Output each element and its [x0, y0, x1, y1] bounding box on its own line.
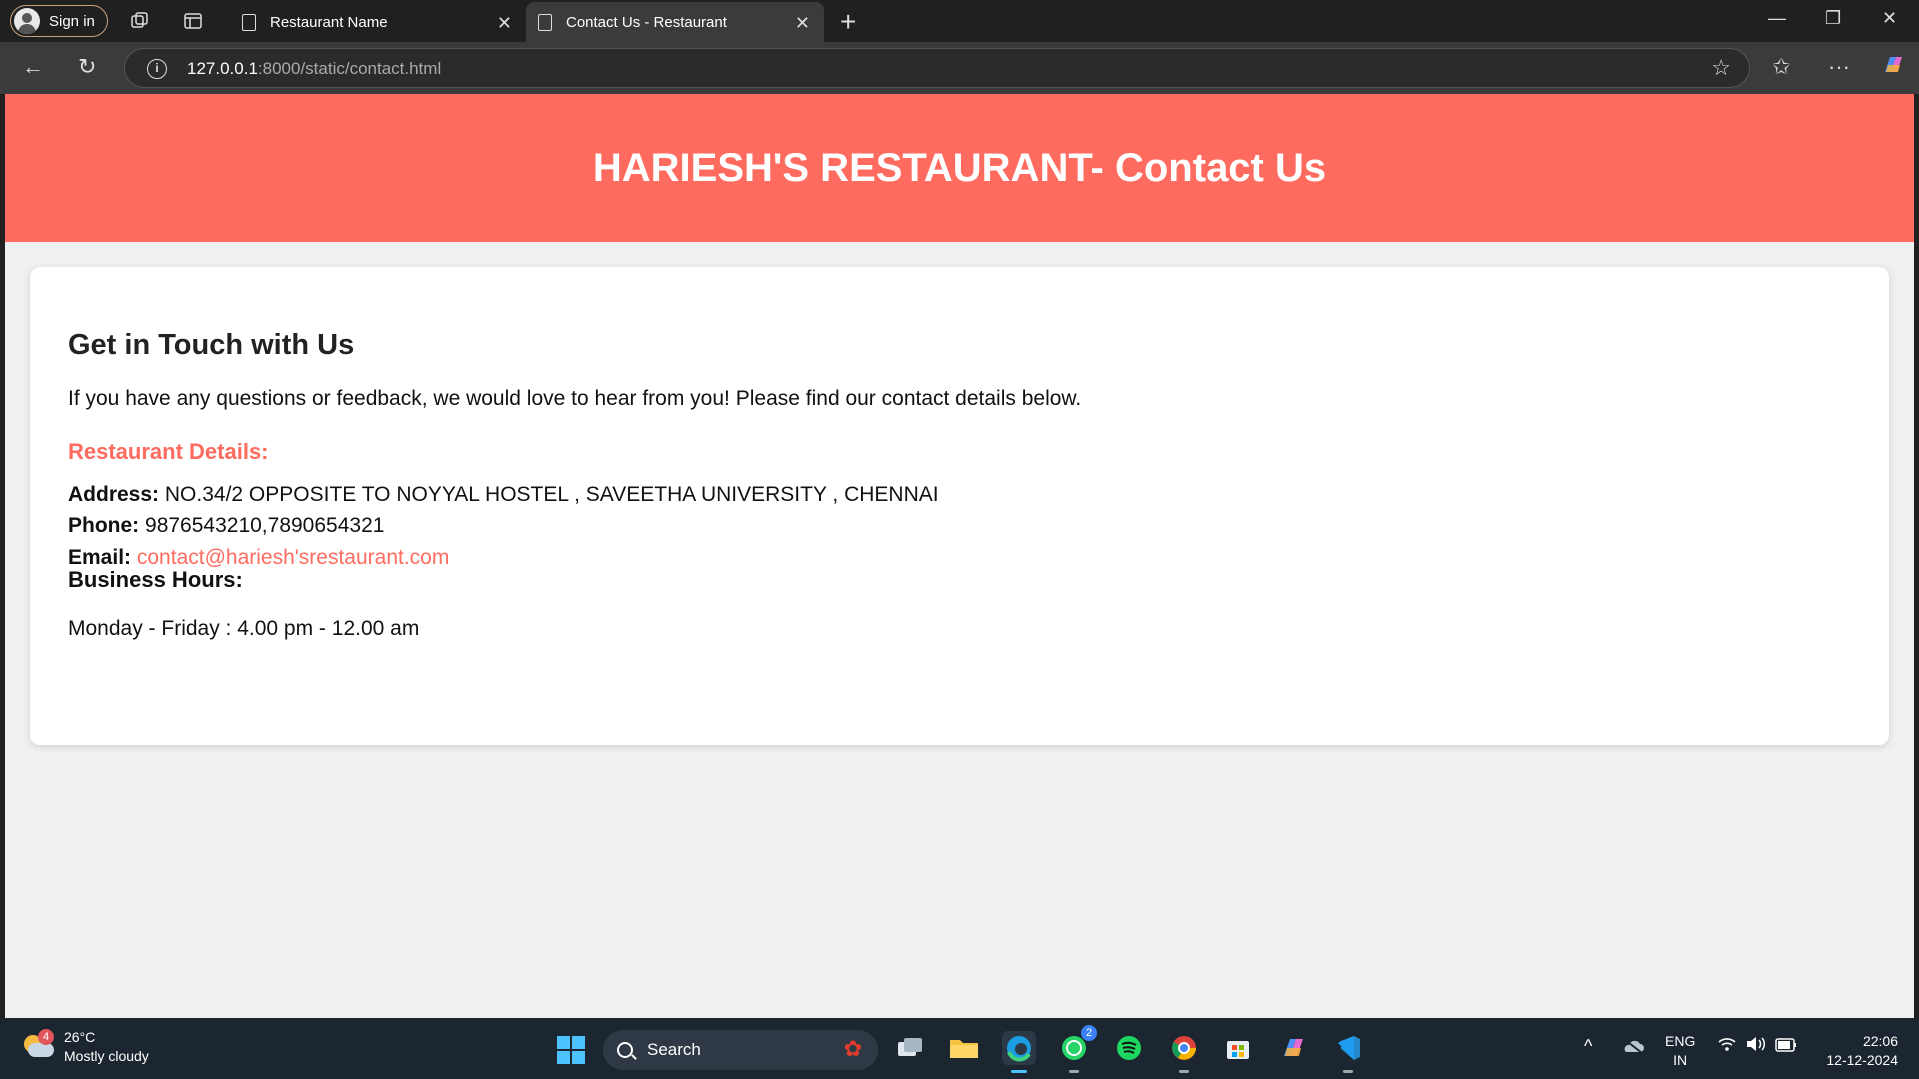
url-text[interactable]: 127.0.0.1:8000/static/contact.html — [187, 59, 441, 79]
battery-icon[interactable] — [1775, 1038, 1797, 1055]
url-host: 127.0.0.1 — [187, 59, 258, 78]
email-label: Email: — [68, 546, 132, 569]
browser-titlebar: Sign in Restaurant Name ✕ Contact Us - R… — [0, 0, 1919, 42]
address-row: Address: NO.34/2 OPPOSITE TO NOYYAL HOST… — [68, 483, 939, 507]
edge-icon[interactable] — [1002, 1031, 1036, 1073]
close-tab-icon[interactable]: ✕ — [795, 13, 810, 34]
refresh-icon[interactable]: ↻ — [78, 54, 96, 80]
email-link[interactable]: contact@hariesh'srestaurant.com — [137, 546, 449, 569]
phone-label: Phone: — [68, 514, 140, 537]
site-title: HARIESH'S RESTAURANT- Contact Us — [592, 145, 1327, 190]
volume-icon[interactable] — [1745, 1036, 1767, 1055]
tab-contact-us[interactable]: Contact Us - Restaurant ✕ — [526, 2, 824, 42]
more-options-icon[interactable]: ··· — [1828, 54, 1850, 80]
system-clock[interactable]: 22:06 12-12-2024 — [1818, 1032, 1898, 1070]
vscode-icon[interactable] — [1331, 1031, 1365, 1073]
page-icon — [242, 13, 256, 31]
whatsapp-icon[interactable]: 2 — [1057, 1025, 1097, 1073]
poinsettia-icon: ✿ — [843, 1036, 862, 1061]
site-header: HARIESH'S RESTAURANT- Contact Us — [5, 94, 1914, 242]
close-tab-icon[interactable]: ✕ — [497, 13, 512, 34]
sign-in-button[interactable]: Sign in — [10, 5, 108, 37]
address-bar[interactable]: i 127.0.0.1:8000/static/contact.html ☆ — [124, 48, 1750, 88]
page-icon — [538, 13, 552, 31]
minimize-icon[interactable]: — — [1768, 8, 1786, 29]
clock-date: 12-12-2024 — [1826, 1052, 1898, 1068]
page-heading: Get in Touch with Us — [68, 329, 355, 361]
onedrive-offline-icon[interactable] — [1622, 1038, 1644, 1057]
browser-toolbar: ← ↻ i 127.0.0.1:8000/static/contact.html… — [0, 42, 1919, 94]
copilot-icon[interactable] — [1880, 52, 1906, 84]
address-label: Address: — [68, 483, 160, 506]
weather-badge: 4 — [38, 1029, 54, 1045]
address-value: NO.34/2 OPPOSITE TO NOYYAL HOSTEL , SAVE… — [164, 483, 939, 506]
taskbar: 4 26°C Mostly cloudy Search ✿ 2 ^ ENG IN… — [0, 1018, 1919, 1079]
tab-actions-icon[interactable] — [181, 9, 205, 33]
profile-avatar-icon — [14, 8, 40, 34]
lang-line1: ENG — [1665, 1033, 1696, 1049]
hours-text: Monday - Friday : 4.00 pm - 12.00 am — [68, 617, 420, 640]
contact-card: Get in Touch with Us If you have any que… — [30, 267, 1889, 745]
restore-icon[interactable]: ❐ — [1825, 8, 1841, 29]
partly-cloudy-icon: 4 — [20, 1029, 54, 1061]
hours-heading: Business Hours: — [68, 567, 243, 592]
chrome-icon[interactable] — [1167, 1031, 1201, 1073]
lang-line2: IN — [1673, 1052, 1688, 1068]
phone-value: 9876543210,7890654321 — [145, 514, 385, 537]
whatsapp-badge: 2 — [1081, 1025, 1097, 1041]
wifi-icon[interactable] — [1718, 1036, 1736, 1055]
file-explorer-icon[interactable] — [947, 1031, 981, 1065]
page-viewport: HARIESH'S RESTAURANT- Contact Us Get in … — [5, 94, 1914, 1018]
weather-widget[interactable]: 4 26°C Mostly cloudy — [20, 1028, 149, 1066]
site-info-icon[interactable]: i — [147, 59, 167, 79]
clock-time: 22:06 — [1862, 1033, 1898, 1049]
weather-desc: Mostly cloudy — [64, 1048, 149, 1064]
microsoft-store-icon[interactable] — [1221, 1031, 1255, 1065]
windows-start-icon[interactable] — [557, 1036, 585, 1064]
spotify-icon[interactable] — [1112, 1031, 1146, 1065]
url-path: :8000/static/contact.html — [257, 59, 442, 78]
tab-label: Contact Us - Restaurant — [566, 13, 727, 31]
search-icon — [617, 1042, 633, 1058]
language-indicator[interactable]: ENG IN — [1665, 1032, 1695, 1070]
tab-label: Restaurant Name — [270, 13, 388, 31]
sign-in-label: Sign in — [49, 12, 95, 30]
intro-text: If you have any questions or feedback, w… — [68, 387, 1082, 410]
new-tab-icon[interactable]: + — [840, 6, 856, 38]
workspaces-icon[interactable] — [128, 9, 152, 33]
favorite-star-icon[interactable]: ☆ — [1711, 55, 1731, 81]
tab-restaurant-name[interactable]: Restaurant Name ✕ — [230, 2, 526, 42]
taskbar-search[interactable]: Search ✿ — [603, 1030, 878, 1070]
favorites-icon[interactable]: ✩ — [1772, 54, 1790, 80]
search-label: Search — [647, 1040, 701, 1059]
weather-temp: 26°C — [64, 1029, 96, 1045]
copilot-app-icon[interactable] — [1276, 1031, 1310, 1065]
phone-row: Phone: 9876543210,7890654321 — [68, 514, 384, 538]
close-window-icon[interactable]: ✕ — [1882, 8, 1897, 29]
back-arrow-icon[interactable]: ← — [22, 54, 44, 80]
show-hidden-icons-chevron-icon[interactable]: ^ — [1584, 1036, 1592, 1057]
task-view-icon[interactable] — [893, 1031, 927, 1065]
details-heading: Restaurant Details: — [68, 439, 269, 464]
